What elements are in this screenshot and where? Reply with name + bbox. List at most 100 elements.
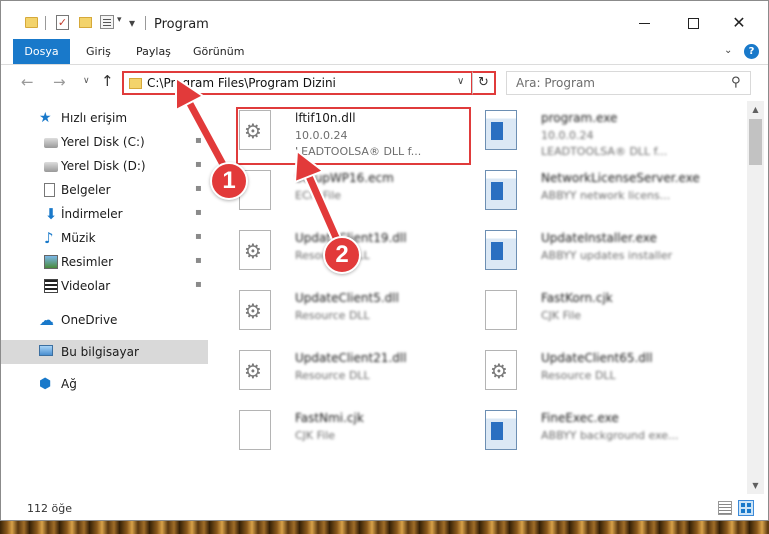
pin-icon[interactable]: ▪ — [195, 207, 202, 218]
pin-icon[interactable]: ▪ — [195, 279, 202, 290]
sidebar-item-label: OneDrive — [61, 313, 118, 327]
list-item[interactable]: UpdateInstaller.exe ABBYY updates instal… — [469, 223, 709, 279]
computer-icon — [39, 345, 53, 356]
properties-check-icon[interactable]: ✓ — [56, 15, 69, 30]
sidebar-item-onedrive[interactable]: ☁ OneDrive — [1, 308, 208, 332]
exe-file-icon — [485, 170, 517, 210]
sidebar-item-videos[interactable]: Videolar ▪ — [1, 274, 208, 298]
pin-icon[interactable]: ▪ — [195, 159, 202, 170]
desktop-background — [0, 520, 769, 534]
file-type: ABBYY updates installer — [541, 249, 673, 262]
list-item[interactable]: UpdateClient65.dll Resource DLL — [469, 343, 709, 399]
search-icon[interactable]: ⚲ — [731, 75, 741, 90]
file-type: ABBYY network licens... — [541, 189, 671, 202]
scroll-up-icon[interactable]: ▲ — [747, 101, 764, 118]
file-name: SetupWP16.ecm — [295, 171, 394, 185]
exe-file-icon — [485, 410, 517, 450]
sidebar-item-label: Ağ — [61, 377, 77, 391]
file-name: FineExec.exe — [541, 411, 619, 425]
customize-toolbar-icon[interactable]: ▾ — [129, 16, 135, 30]
pictures-icon — [44, 255, 58, 269]
address-path[interactable]: C:\Program Files\Program Dizini — [147, 76, 336, 90]
file-version: 10.0.0.24 — [541, 129, 594, 142]
navigation-bar: ← → ∨ ↑ C:\Program Files\Program Dizini … — [1, 66, 768, 100]
window-title: Program — [154, 17, 209, 32]
address-dropdown-icon[interactable]: ∨ — [457, 76, 464, 87]
pin-icon[interactable]: ▪ — [195, 183, 202, 194]
file-description: LEADTOOLSA® DLL f... — [541, 145, 668, 158]
vertical-scrollbar[interactable]: ▲ ▼ — [747, 101, 764, 494]
search-input[interactable]: Ara: Program ⚲ — [506, 71, 751, 95]
file-name: program.exe — [541, 111, 618, 125]
help-icon[interactable]: ? — [744, 44, 759, 59]
sidebar-item-quick-access[interactable]: ★ Hızlı erişim — [1, 106, 208, 130]
sidebar-item-pictures[interactable]: Resimler ▪ — [1, 250, 208, 274]
music-icon: ♪ — [44, 229, 54, 247]
tab-share[interactable]: Paylaş — [123, 39, 184, 64]
refresh-button[interactable]: ↻ — [472, 71, 496, 95]
file-icon — [239, 410, 271, 450]
scroll-down-icon[interactable]: ▼ — [747, 477, 764, 494]
file-icon — [485, 290, 517, 330]
minimize-button[interactable] — [624, 11, 664, 35]
list-item[interactable]: NetworkLicenseServer.exe ABBYY network l… — [469, 163, 709, 219]
step-badge-2: 2 — [323, 236, 361, 274]
sidebar-item-label: Yerel Disk (C:) — [61, 135, 145, 149]
chevron-down-icon[interactable]: ▾ — [117, 15, 122, 25]
details-view-icon[interactable] — [718, 501, 732, 515]
address-bar[interactable]: C:\Program Files\Program Dizini ∨ — [122, 71, 473, 95]
sidebar-item-downloads[interactable]: ⬇ İndirmeler ▪ — [1, 202, 208, 226]
divider — [45, 16, 46, 30]
documents-icon — [44, 183, 55, 197]
sidebar-item-documents[interactable]: Belgeler ▪ — [1, 178, 208, 202]
back-button[interactable]: ← — [21, 73, 34, 91]
step-badge-1: 1 — [210, 162, 248, 200]
large-icons-view-icon[interactable] — [738, 500, 754, 516]
file-type: Resource DLL — [295, 309, 370, 322]
exe-file-icon — [485, 110, 517, 150]
file-name: FastNmi.cjk — [295, 411, 364, 425]
list-item[interactable]: FastKorn.cjk CJK File — [469, 283, 709, 339]
close-button[interactable]: ✕ — [719, 11, 759, 35]
file-name: UpdateClient21.dll — [295, 351, 407, 365]
expand-ribbon-icon[interactable]: ⌄ — [724, 45, 732, 56]
videos-icon — [44, 279, 58, 293]
new-folder-icon[interactable] — [79, 17, 92, 28]
maximize-button[interactable] — [673, 11, 713, 35]
list-item[interactable]: UpdateClient5.dll Resource DLL — [223, 283, 463, 339]
list-item[interactable]: UpdateClient21.dll Resource DLL — [223, 343, 463, 399]
sidebar-item-this-pc[interactable]: Bu bilgisayar — [1, 340, 208, 364]
sidebar-item-label: Belgeler — [61, 183, 111, 197]
tab-home[interactable]: Giriş — [73, 39, 124, 64]
file-type: Resource DLL — [295, 369, 370, 382]
tab-file[interactable]: Dosya — [13, 39, 70, 64]
tab-view[interactable]: Görünüm — [180, 39, 257, 64]
list-item[interactable]: SetupWP16.ecm ECM File — [223, 163, 463, 219]
list-item[interactable]: program.exe 10.0.0.24 LEADTOOLSA® DLL f.… — [469, 103, 709, 159]
folder-icon — [25, 17, 38, 28]
pin-icon[interactable]: ▪ — [195, 231, 202, 242]
maximize-icon — [687, 17, 699, 29]
list-item[interactable]: FastNmi.cjk CJK File — [223, 403, 463, 459]
list-item[interactable]: FineExec.exe ABBYY background exe... — [469, 403, 709, 459]
cloud-icon: ☁ — [39, 311, 54, 329]
sidebar-item-label: Videolar — [61, 279, 111, 293]
forward-button[interactable]: → — [53, 73, 66, 91]
scroll-thumb[interactable] — [749, 119, 762, 165]
sidebar-item-music[interactable]: ♪ Müzik ▪ — [1, 226, 208, 250]
recent-locations-icon[interactable]: ∨ — [83, 76, 90, 86]
sidebar-item-disk-c[interactable]: Yerel Disk (C:) ▪ — [1, 130, 208, 154]
status-bar: 112 öğe — [1, 496, 768, 520]
pin-icon[interactable]: ▪ — [195, 135, 202, 146]
pin-icon[interactable]: ▪ — [195, 255, 202, 266]
sidebar-item-label: Müzik — [61, 231, 96, 245]
star-icon: ★ — [39, 110, 52, 126]
sidebar-item-label: Yerel Disk (D:) — [61, 159, 146, 173]
sidebar-item-network[interactable]: ⬢ Ağ — [1, 372, 208, 396]
minimize-icon — [638, 22, 650, 24]
divider — [145, 16, 146, 30]
sidebar-item-disk-d[interactable]: Yerel Disk (D:) ▪ — [1, 154, 208, 178]
up-button[interactable]: ↑ — [101, 72, 114, 90]
file-name: UpdateClient5.dll — [295, 291, 399, 305]
properties-icon[interactable] — [100, 15, 114, 29]
